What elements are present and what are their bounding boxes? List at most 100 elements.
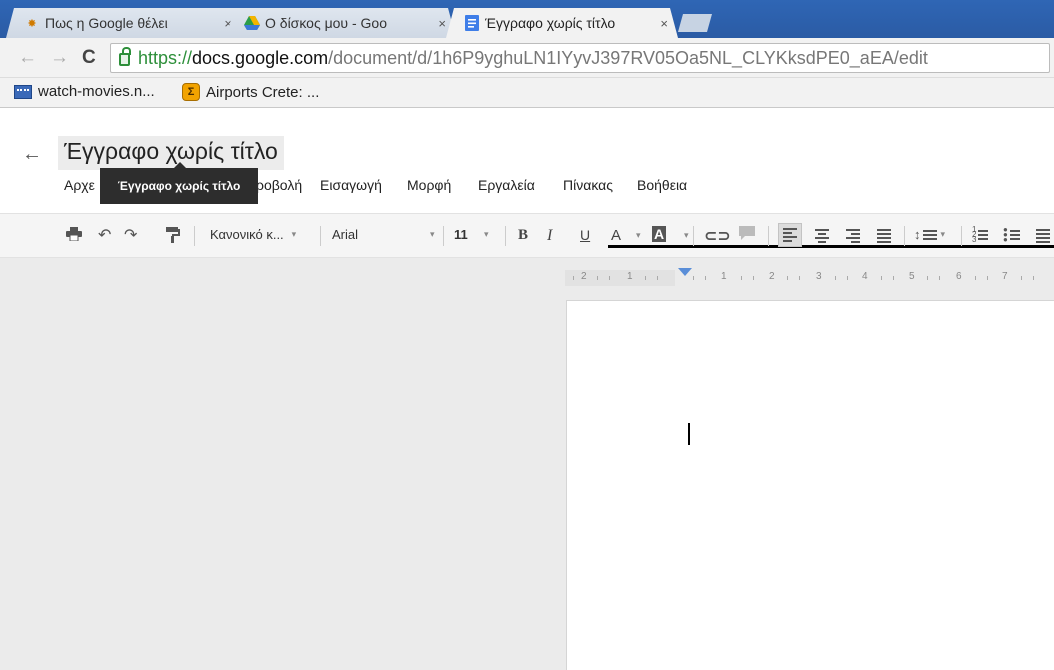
ruler-label: 4 xyxy=(862,271,868,282)
decrease-indent-button[interactable] xyxy=(1036,227,1050,245)
chevron-down-icon: ▾ xyxy=(940,229,946,239)
tab-strip: ✸ Πως η Google θέλει × Ο δίσκος μου - Go… xyxy=(0,0,1054,42)
back-button[interactable]: ← xyxy=(18,47,37,69)
bulleted-list-lines xyxy=(1009,228,1020,242)
align-center-button[interactable] xyxy=(815,227,829,245)
ruler-tick xyxy=(705,276,706,280)
ruler-tick xyxy=(799,276,800,280)
back-to-docs-icon[interactable]: ← xyxy=(22,143,42,166)
ruler-tick xyxy=(1021,276,1022,280)
new-tab-button[interactable] xyxy=(678,14,712,32)
ruler-tick xyxy=(847,276,848,280)
redo-icon[interactable]: ↷ xyxy=(124,225,137,245)
toolbar-divider xyxy=(904,226,905,246)
bookmark-label: watch-movies.n... xyxy=(38,83,155,100)
menu-help[interactable]: Βοήθεια xyxy=(637,177,687,193)
menu-format[interactable]: Μορφή xyxy=(407,177,478,193)
justify-icon xyxy=(877,227,891,245)
bookmark-watch-movies[interactable]: watch-movies.n... xyxy=(14,83,155,100)
font-dropdown[interactable]: Arial ▾ xyxy=(332,227,435,242)
chevron-down-icon[interactable]: ▾ xyxy=(684,230,689,241)
highlight-color-button[interactable]: A xyxy=(652,226,667,242)
italic-button[interactable]: I xyxy=(547,227,552,245)
ruler-tick xyxy=(753,276,754,280)
print-icon[interactable] xyxy=(66,227,82,241)
address-bar[interactable]: https:// docs.google.com /document/d/1h6… xyxy=(110,43,1050,73)
document-title[interactable]: Έγγραφο χωρίς τίτλο xyxy=(58,136,284,170)
align-left-button[interactable] xyxy=(778,223,802,247)
ruler-tick xyxy=(573,276,574,280)
ruler-label: 2 xyxy=(581,271,587,282)
ruler-label: 2 xyxy=(769,271,775,282)
numbered-list-button[interactable]: 123 xyxy=(972,225,989,244)
ruler-tick xyxy=(597,276,598,280)
ruler-tick xyxy=(645,276,646,280)
browser-toolbar: ← → C https:// docs.google.com /document… xyxy=(0,38,1054,78)
menu-tools[interactable]: Εργαλεία xyxy=(478,177,563,193)
docs-header: ← Έγγραφο χωρίς τίτλο Αρχε ροβολή Εισαγω… xyxy=(0,109,1054,213)
line-spacing-button[interactable]: ↕ ▾ xyxy=(914,227,945,242)
tab-my-drive[interactable]: Ο δίσκος μου - Goo × xyxy=(226,8,456,38)
sigma-icon: Σ xyxy=(182,83,200,101)
paragraph-style-value: Κανονικό κ... xyxy=(210,227,284,242)
menu-file[interactable]: Αρχε xyxy=(64,177,100,193)
tab-google-article[interactable]: ✸ Πως η Google θέλει × xyxy=(6,8,242,38)
tab-untitled-document[interactable]: Έγγραφο χωρίς τίτλο × xyxy=(446,8,678,38)
undo-icon[interactable]: ↶ xyxy=(98,225,111,245)
paint-format-icon[interactable] xyxy=(166,227,180,243)
font-size-dropdown[interactable]: 11 ▾ xyxy=(454,227,489,242)
ruler-tick xyxy=(657,276,658,280)
ruler-tick xyxy=(609,276,610,280)
document-page[interactable] xyxy=(566,300,1054,670)
bulleted-list-button[interactable]: ● ● ● xyxy=(1003,225,1020,244)
ruler-tick xyxy=(893,276,894,280)
numbered-list-lines xyxy=(978,228,989,242)
align-right-button[interactable] xyxy=(846,227,860,245)
line-spacing-icon: ↕ xyxy=(914,227,921,242)
ruler-label: 6 xyxy=(956,271,962,282)
ruler-label: 3 xyxy=(816,271,822,282)
horizontal-ruler[interactable]: 2 1 1 2 3 4 5 6 7 xyxy=(565,270,1054,286)
toolbar-divider xyxy=(505,226,506,246)
toolbar-divider xyxy=(768,226,769,246)
forward-button[interactable]: → xyxy=(50,47,69,69)
text-cursor xyxy=(688,423,690,445)
film-icon xyxy=(14,84,32,99)
underline-button[interactable]: U xyxy=(580,227,590,243)
toolbar-divider xyxy=(320,226,321,246)
bookmark-airports-crete[interactable]: Σ Airports Crete: ... xyxy=(182,83,319,101)
close-icon[interactable]: × xyxy=(660,16,668,31)
reload-button[interactable]: C xyxy=(82,47,96,69)
bookmarks-bar: watch-movies.n... Σ Airports Crete: ... xyxy=(0,78,1054,108)
ruler-tick xyxy=(987,276,988,280)
link-icon[interactable]: ⊂⊃ xyxy=(704,226,731,246)
url-scheme: https:// xyxy=(138,47,193,68)
menu-view[interactable]: ροβολή xyxy=(256,177,320,193)
menu-insert[interactable]: Εισαγωγή xyxy=(320,177,407,193)
ruler-tick xyxy=(693,276,694,280)
url-host: docs.google.com xyxy=(192,47,329,68)
chevron-down-icon[interactable]: ▾ xyxy=(636,230,641,241)
justify-button[interactable] xyxy=(877,227,891,245)
bulleted-list-icon: ● ● ● xyxy=(1003,225,1008,244)
docs-icon xyxy=(464,15,480,31)
align-center-icon xyxy=(815,227,829,245)
ruler-label: 1 xyxy=(721,271,727,282)
chevron-down-icon: ▾ xyxy=(291,229,297,239)
align-right-icon xyxy=(846,227,860,245)
close-icon[interactable]: × xyxy=(438,16,446,31)
cartoon-icon: ✸ xyxy=(27,17,37,30)
ruler-label: 7 xyxy=(1002,271,1008,282)
bold-button[interactable]: B xyxy=(518,227,528,244)
paragraph-style-dropdown[interactable]: Κανονικό κ... ▾ xyxy=(210,227,296,242)
ruler-tick xyxy=(927,276,928,280)
tab-title: Ο δίσκος μου - Goo xyxy=(265,15,387,31)
ruler-tick xyxy=(939,276,940,280)
ruler-label: 1 xyxy=(627,271,633,282)
line-spacing-lines xyxy=(922,228,937,242)
comment-icon[interactable] xyxy=(739,226,755,241)
numbered-list-icon: 123 xyxy=(972,225,977,244)
font-value: Arial xyxy=(332,227,359,242)
menu-table[interactable]: Πίνακας xyxy=(563,177,637,193)
toolbar-divider xyxy=(961,226,962,246)
